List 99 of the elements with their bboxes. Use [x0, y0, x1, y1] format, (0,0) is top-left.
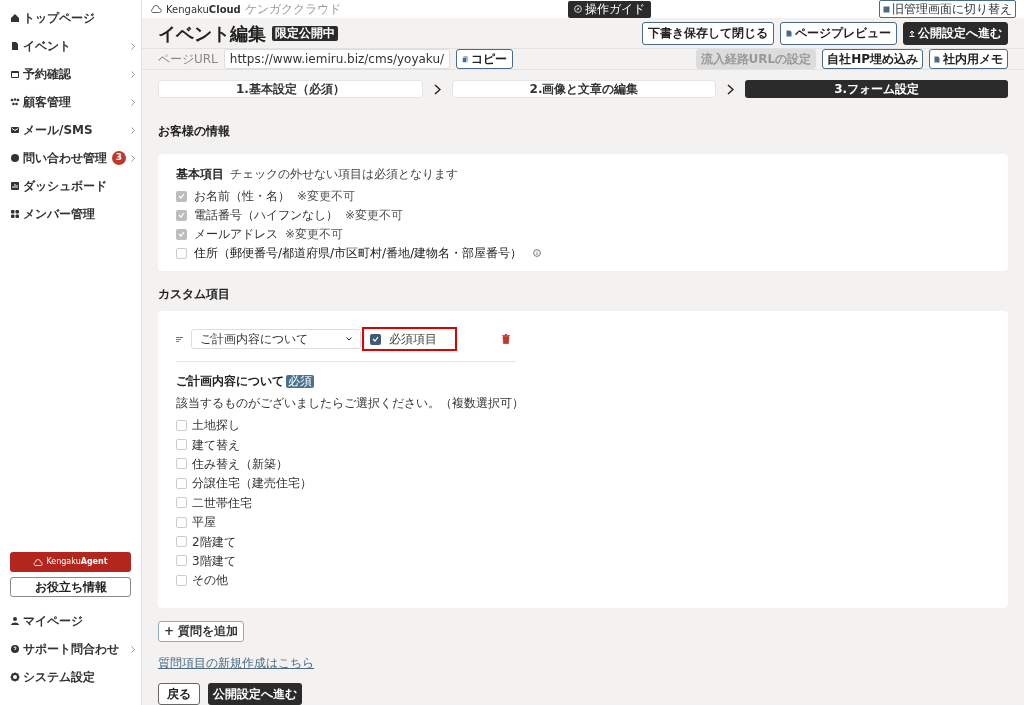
- document-icon: [786, 29, 792, 37]
- checkbox[interactable]: [176, 458, 187, 470]
- option-label: 3階建て: [192, 552, 236, 570]
- toolbar-button[interactable]: 自社HP埋め込み: [822, 49, 923, 70]
- option-label: 二世帯住宅: [192, 494, 252, 512]
- info-button[interactable]: お役立ち情報: [10, 577, 131, 597]
- sidebar-item[interactable]: マイページ: [0, 607, 141, 635]
- publish-button[interactable]: 公開設定へ進む: [208, 683, 302, 705]
- section-title: カスタム項目: [158, 286, 231, 304]
- field-label: 電話番号（ハイフンなし）: [194, 207, 338, 225]
- page-title: イベント編集: [158, 21, 266, 46]
- chevron-right-icon: [131, 645, 135, 653]
- publish-button[interactable]: 公開設定へ進む: [903, 21, 1008, 45]
- preview-button[interactable]: ページプレビュー: [780, 21, 897, 45]
- document-icon: [934, 56, 940, 63]
- caret-icon: [346, 337, 352, 342]
- cloud-icon: [33, 558, 44, 566]
- sidebar-item[interactable]: 問い合わせ管理 3: [0, 144, 141, 172]
- chevron-right-icon: [131, 154, 135, 162]
- sidebar-item[interactable]: システム設定: [0, 663, 141, 691]
- logo: KengakuCloud: [166, 2, 241, 17]
- step-tab[interactable]: 1.基本設定（必須）: [158, 80, 423, 99]
- trash-icon: [502, 334, 510, 345]
- sidebar-item[interactable]: ダッシュボード: [0, 172, 141, 200]
- drag-handle-icon: [176, 337, 183, 342]
- sidebar-item[interactable]: メンバー管理: [0, 200, 141, 228]
- field-label: 住所（郵便番号/都道府県/市区町村/番地/建物名・部屋番号）: [194, 245, 523, 263]
- sidebar-item[interactable]: 顧客管理: [0, 88, 141, 116]
- person-icon: [10, 616, 20, 626]
- chevron-right-icon: [131, 126, 135, 134]
- sidebar-item[interactable]: 予約確認: [0, 60, 141, 88]
- chevron-right-icon: [131, 70, 135, 78]
- option-label: 平屋: [192, 514, 216, 532]
- field-group-title: 基本項目: [176, 166, 224, 184]
- required-badge: 必須: [286, 375, 314, 388]
- question-title: ご計画内容について: [176, 373, 284, 391]
- option-label: 分譲住宅（建売住宅）: [192, 475, 312, 493]
- option-label: 2階建て: [192, 533, 236, 551]
- agent-button[interactable]: KengakuAgent: [10, 552, 131, 572]
- required-toggle[interactable]: 必須項目: [362, 327, 457, 352]
- people-icon: [10, 97, 20, 107]
- calendar-icon: [10, 69, 20, 79]
- compass-icon: [574, 5, 583, 13]
- sidebar-item[interactable]: メール/SMS: [0, 116, 141, 144]
- option-label: その他: [192, 572, 228, 590]
- new-question-link[interactable]: 質問項目の新規作成はこちら: [158, 656, 314, 670]
- checkbox[interactable]: [176, 419, 187, 431]
- option-label: 住み替え（新築）: [192, 455, 288, 473]
- sidebar-item[interactable]: イベント: [0, 32, 141, 60]
- switch-screen-button[interactable]: 旧管理画面に切り替え: [879, 0, 1016, 18]
- url-field[interactable]: https://www.iemiru.biz/cms/yoyaku/: [223, 49, 450, 70]
- upload-icon: [909, 29, 915, 37]
- checkbox[interactable]: [176, 536, 187, 547]
- field-label: お名前（性・名）: [194, 188, 290, 206]
- grid-icon: [10, 209, 20, 219]
- checkbox[interactable]: [176, 516, 187, 528]
- option-label: 土地探し: [192, 417, 240, 435]
- logo-tagline: ケンガククラウド: [244, 1, 341, 18]
- add-question-button[interactable]: + 質問を追加: [158, 620, 245, 642]
- settings-icon: [10, 672, 20, 682]
- copy-button[interactable]: コピー: [455, 49, 513, 70]
- guide-button[interactable]: 操作ガイド: [568, 0, 652, 18]
- question-description: 該当するものがございましたらご選択ください。（複数選択可）: [176, 395, 525, 413]
- save-draft-button[interactable]: 下書き保存して閉じる: [642, 21, 774, 45]
- chevron-right-icon: [131, 98, 135, 106]
- chevron-right-icon: [727, 84, 735, 95]
- chart-icon: [10, 181, 20, 191]
- step-tab[interactable]: 2.画像と文章の編集: [451, 80, 717, 99]
- toolbar-button[interactable]: 社内用メモ: [929, 49, 1008, 70]
- checkbox[interactable]: [176, 248, 187, 259]
- chevron-right-icon: [131, 42, 135, 50]
- copy-icon: [461, 56, 468, 63]
- status-badge: 限定公開中: [272, 25, 338, 41]
- mail-icon: [10, 125, 20, 135]
- note-text: ※変更不可: [285, 226, 344, 244]
- sidebar-item[interactable]: サポート問合わせ: [0, 635, 141, 663]
- checkbox[interactable]: [176, 497, 187, 509]
- cloud-icon: [150, 5, 162, 13]
- option-label: 建て替え: [192, 436, 240, 454]
- checkbox[interactable]: [176, 574, 187, 586]
- home-icon: [10, 13, 20, 23]
- question-select[interactable]: ご計画内容について: [191, 329, 361, 350]
- note-text: ※変更不可: [345, 207, 404, 225]
- step-tab[interactable]: 3.フォーム設定: [745, 80, 1008, 99]
- field-label: メールアドレス: [194, 226, 278, 244]
- note-text: ※変更不可: [297, 188, 356, 206]
- hint-text: チェックの外せない項目は必須となります: [230, 166, 458, 184]
- url-label: ページURL: [158, 51, 218, 69]
- document-icon: [10, 41, 20, 51]
- section-title: お客様の情報: [158, 123, 231, 141]
- back-button[interactable]: 戻る: [158, 683, 200, 705]
- help-icon: [10, 644, 20, 654]
- chevron-right-icon: [433, 84, 441, 95]
- sidebar-item[interactable]: トップページ: [0, 4, 141, 32]
- checkbox[interactable]: [370, 334, 381, 345]
- count-badge: 3: [112, 151, 126, 165]
- checkbox[interactable]: [176, 555, 187, 567]
- checkbox[interactable]: [176, 439, 187, 451]
- checkbox[interactable]: [176, 477, 187, 489]
